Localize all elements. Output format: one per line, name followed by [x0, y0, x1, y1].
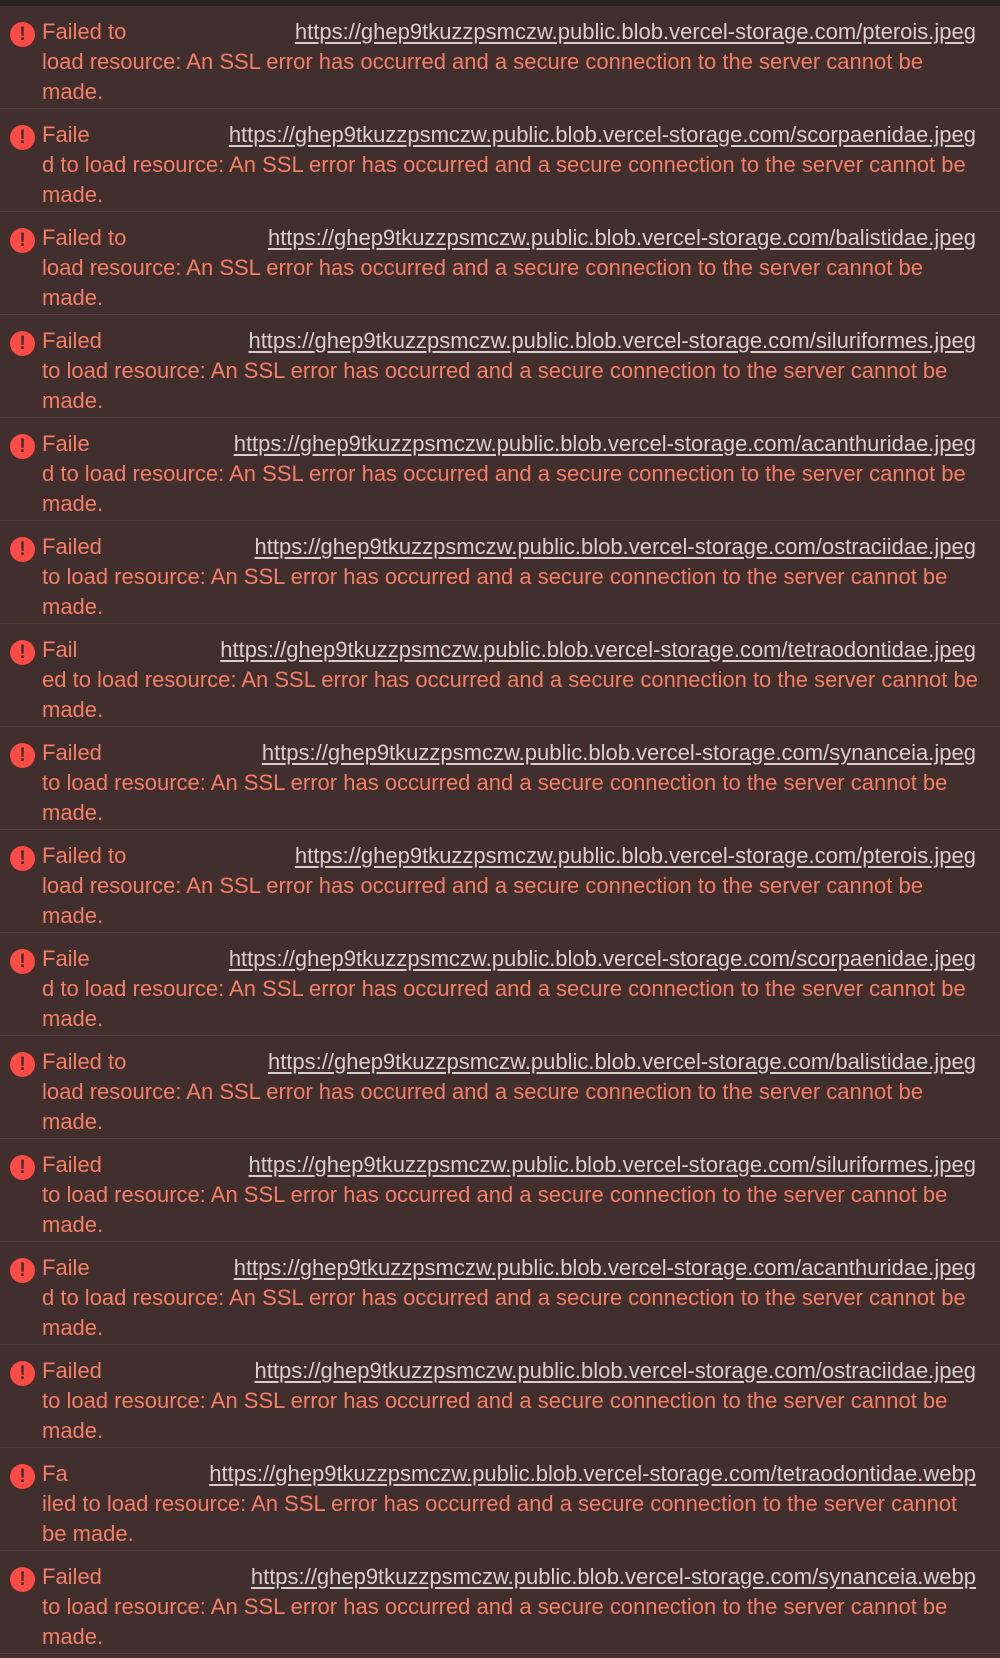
error-icon: !	[10, 1052, 35, 1077]
error-message-body: d to load resource: An SSL error has occ…	[42, 1285, 966, 1340]
error-icon: !	[10, 125, 35, 150]
resource-url-link[interactable]: https://ghep9tkuzzpsmczw.public.blob.ver…	[231, 1253, 976, 1283]
error-message-body: to load resource: An SSL error has occur…	[42, 1388, 948, 1443]
error-icon: !	[10, 228, 35, 253]
error-message-body: d to load resource: An SSL error has occ…	[42, 461, 966, 516]
error-message-body: to load resource: An SSL error has occur…	[42, 358, 948, 413]
error-icon: !	[10, 1464, 35, 1489]
error-message-head: Faile	[42, 1255, 90, 1280]
resource-url-link[interactable]: https://ghep9tkuzzpsmczw.public.blob.ver…	[292, 17, 976, 47]
console-error-entry[interactable]: ! Faile https://ghep9tkuzzpsmczw.public.…	[0, 109, 1000, 212]
resource-url-link[interactable]: https://ghep9tkuzzpsmczw.public.blob.ver…	[252, 532, 976, 562]
console-error-entry[interactable]: ! Failed to https://ghep9tkuzzpsmczw.pub…	[0, 6, 1000, 109]
resource-url-link[interactable]: https://ghep9tkuzzpsmczw.public.blob.ver…	[226, 944, 976, 974]
error-message-head: Failed to	[42, 843, 127, 868]
resource-url-link[interactable]: https://ghep9tkuzzpsmczw.public.blob.ver…	[252, 1356, 976, 1386]
error-message-head: Failed	[42, 1152, 102, 1177]
console-error-entry[interactable]: ! Faile https://ghep9tkuzzpsmczw.public.…	[0, 418, 1000, 521]
error-icon: !	[10, 537, 35, 562]
resource-url-link[interactable]: https://ghep9tkuzzpsmczw.public.blob.ver…	[259, 738, 976, 768]
error-message-body: ed to load resource: An SSL error has oc…	[42, 667, 978, 722]
console-error-entry[interactable]: ! Failed https://ghep9tkuzzpsmczw.public…	[0, 1551, 1000, 1654]
error-message-body: load resource: An SSL error has occurred…	[42, 255, 923, 310]
error-icon: !	[10, 640, 35, 665]
error-icon: !	[10, 1258, 35, 1283]
resource-url-link[interactable]: https://ghep9tkuzzpsmczw.public.blob.ver…	[265, 1047, 976, 1077]
error-message-head: Faile	[42, 431, 90, 456]
console-error-entry[interactable]: ! Fa https://ghep9tkuzzpsmczw.public.blo…	[0, 1448, 1000, 1551]
error-message-head: Failed	[42, 740, 102, 765]
error-message-body: to load resource: An SSL error has occur…	[42, 564, 948, 619]
error-message-head: Faile	[42, 122, 90, 147]
resource-url-link[interactable]: https://ghep9tkuzzpsmczw.public.blob.ver…	[246, 1150, 976, 1180]
error-message-head: Failed	[42, 1358, 102, 1383]
error-message-body: load resource: An SSL error has occurred…	[42, 49, 923, 104]
error-message-body: iled to load resource: An SSL error has …	[42, 1491, 958, 1546]
resource-url-link[interactable]: https://ghep9tkuzzpsmczw.public.blob.ver…	[246, 326, 976, 356]
error-message-head: Fa	[42, 1461, 68, 1486]
resource-url-link[interactable]: https://ghep9tkuzzpsmczw.public.blob.ver…	[248, 1562, 976, 1592]
error-icon: !	[10, 949, 35, 974]
error-message-body: load resource: An SSL error has occurred…	[42, 1079, 923, 1134]
error-message-head: Failed	[42, 328, 102, 353]
error-message-head: Failed	[42, 1564, 102, 1589]
console-error-entry[interactable]: ! Failed https://ghep9tkuzzpsmczw.public…	[0, 315, 1000, 418]
error-icon: !	[10, 331, 35, 356]
console-error-entry[interactable]: ! Failed to https://ghep9tkuzzpsmczw.pub…	[0, 1036, 1000, 1139]
console-log: ! Failed to https://ghep9tkuzzpsmczw.pub…	[0, 6, 1000, 1654]
error-icon: !	[10, 1155, 35, 1180]
error-message-head: Failed to	[42, 19, 127, 44]
error-icon: !	[10, 1361, 35, 1386]
console-error-entry[interactable]: ! Failed https://ghep9tkuzzpsmczw.public…	[0, 1139, 1000, 1242]
error-message-body: to load resource: An SSL error has occur…	[42, 1182, 948, 1237]
error-message-head: Failed to	[42, 1049, 127, 1074]
error-icon: !	[10, 743, 35, 768]
error-icon: !	[10, 1567, 35, 1592]
console-error-entry[interactable]: ! Faile https://ghep9tkuzzpsmczw.public.…	[0, 933, 1000, 1036]
console-error-entry[interactable]: ! Fail https://ghep9tkuzzpsmczw.public.b…	[0, 624, 1000, 727]
error-message-body: to load resource: An SSL error has occur…	[42, 770, 948, 825]
error-message-body: to load resource: An SSL error has occur…	[42, 1594, 948, 1649]
console-error-entry[interactable]: ! Failed https://ghep9tkuzzpsmczw.public…	[0, 1345, 1000, 1448]
console-error-entry[interactable]: ! Failed to https://ghep9tkuzzpsmczw.pub…	[0, 212, 1000, 315]
error-icon: !	[10, 22, 35, 47]
resource-url-link[interactable]: https://ghep9tkuzzpsmczw.public.blob.ver…	[207, 1459, 976, 1489]
error-message-body: d to load resource: An SSL error has occ…	[42, 976, 966, 1031]
console-error-entry[interactable]: ! Failed to https://ghep9tkuzzpsmczw.pub…	[0, 830, 1000, 933]
console-error-entry[interactable]: ! Failed https://ghep9tkuzzpsmczw.public…	[0, 727, 1000, 830]
error-message-head: Failed	[42, 534, 102, 559]
error-icon: !	[10, 434, 35, 459]
error-message-body: d to load resource: An SSL error has occ…	[42, 152, 966, 207]
resource-url-link[interactable]: https://ghep9tkuzzpsmczw.public.blob.ver…	[292, 841, 976, 871]
console-error-entry[interactable]: ! Faile https://ghep9tkuzzpsmczw.public.…	[0, 1242, 1000, 1345]
error-message-head: Failed to	[42, 225, 127, 250]
resource-url-link[interactable]: https://ghep9tkuzzpsmczw.public.blob.ver…	[231, 429, 976, 459]
error-message-head: Fail	[42, 637, 78, 662]
error-message-body: load resource: An SSL error has occurred…	[42, 873, 923, 928]
resource-url-link[interactable]: https://ghep9tkuzzpsmczw.public.blob.ver…	[226, 120, 976, 150]
resource-url-link[interactable]: https://ghep9tkuzzpsmczw.public.blob.ver…	[218, 635, 976, 665]
error-icon: !	[10, 846, 35, 871]
resource-url-link[interactable]: https://ghep9tkuzzpsmczw.public.blob.ver…	[265, 223, 976, 253]
error-message-head: Faile	[42, 946, 90, 971]
console-error-entry[interactable]: ! Failed https://ghep9tkuzzpsmczw.public…	[0, 521, 1000, 624]
